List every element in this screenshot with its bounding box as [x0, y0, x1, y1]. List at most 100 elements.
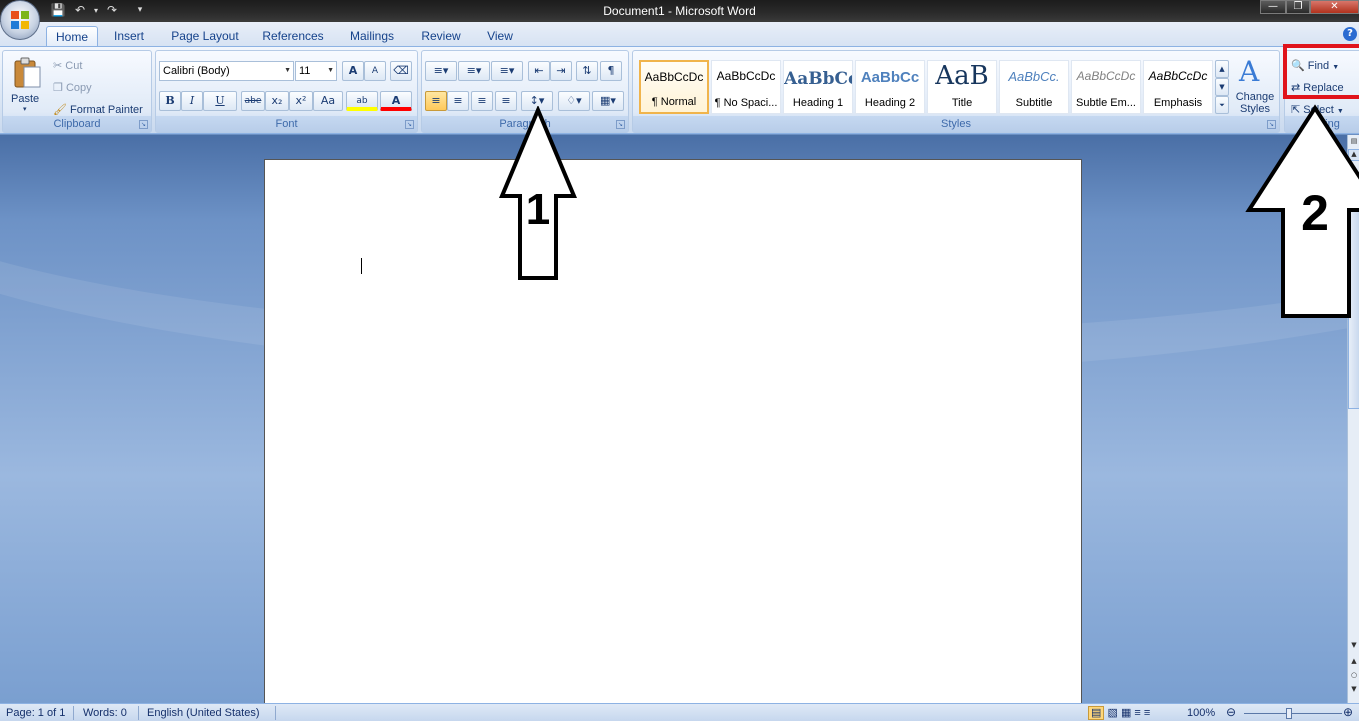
office-button[interactable] [0, 0, 40, 40]
customize-qat-icon[interactable]: ▾ [132, 2, 148, 19]
zoom-in-icon[interactable]: ⊕ [1343, 705, 1353, 719]
undo-icon[interactable]: ↶ [72, 2, 88, 19]
word-count[interactable]: Words: 0 [83, 707, 127, 719]
text-cursor [361, 258, 362, 274]
style-heading-2[interactable]: AaBbCc Heading 2 [855, 60, 925, 114]
font-color-button[interactable]: A [380, 91, 412, 111]
borders-icon[interactable]: ▦▾ [592, 91, 624, 111]
chevron-down-icon: ▼ [284, 67, 291, 74]
document-page[interactable] [264, 159, 1082, 703]
tab-home[interactable]: Home [46, 26, 98, 46]
scroll-down-icon[interactable]: ▼ [1348, 641, 1359, 653]
select-button[interactable]: ⇱ Select ▼ [1291, 103, 1344, 116]
style-sample: AaBbCcDc [1076, 69, 1136, 83]
paste-dropdown-icon[interactable]: ▾ [23, 105, 27, 113]
gallery-more-icon[interactable]: ⏷ [1215, 96, 1229, 114]
subscript-button[interactable]: x₂ [265, 91, 289, 111]
justify-icon[interactable]: ≡ [495, 91, 517, 111]
redo-icon[interactable]: ↷ [104, 2, 120, 19]
highlight-color-button[interactable]: ab [346, 91, 378, 111]
help-icon[interactable]: ? [1343, 27, 1357, 41]
style-title[interactable]: AaB Title [927, 60, 997, 114]
styles-group-label: Styles [633, 116, 1279, 132]
sort-icon[interactable]: ⇅ [576, 61, 598, 81]
gallery-down-icon[interactable]: ▼ [1215, 78, 1229, 96]
change-case-button[interactable]: Aa [313, 91, 343, 111]
clipboard-launcher-icon[interactable]: ↘ [139, 120, 148, 129]
align-center-icon[interactable]: ≡ [447, 91, 469, 111]
style-heading-1[interactable]: AaBbCc Heading 1 [783, 60, 853, 114]
style-no-spacing[interactable]: AaBbCcDc ¶ No Spaci... [711, 60, 781, 114]
clear-formatting-icon[interactable]: ⌫ [390, 61, 412, 81]
web-layout-icon[interactable]: ▦ [1121, 707, 1131, 719]
style-subtle-emphasis[interactable]: AaBbCcDc Subtle Em... [1071, 60, 1141, 114]
style-name: Title [951, 97, 973, 109]
bullets-icon[interactable]: ≡▾ [425, 61, 457, 81]
styles-launcher-icon[interactable]: ↘ [1267, 120, 1276, 129]
bold-button[interactable]: B [159, 91, 181, 111]
italic-button[interactable]: I [181, 91, 203, 111]
draft-icon[interactable]: ≡ [1144, 707, 1150, 719]
browse-object-icon[interactable]: ○ [1348, 671, 1359, 683]
align-right-icon[interactable]: ≡ [471, 91, 493, 111]
language-indicator[interactable]: English (United States) [147, 707, 260, 719]
format-painter-button[interactable]: 🖌 Format Painter [53, 103, 143, 116]
next-page-icon[interactable]: ▼ [1348, 685, 1359, 697]
style-normal[interactable]: AaBbCcDc ¶ Normal [639, 60, 709, 114]
save-icon[interactable]: 💾 [50, 2, 66, 19]
restore-button[interactable]: ❐ [1286, 0, 1310, 14]
font-family-select[interactable]: Calibri (Body) ▼ [159, 61, 294, 81]
zoom-slider[interactable] [1244, 713, 1342, 714]
align-left-icon[interactable]: ≡ [425, 91, 447, 111]
style-emphasis[interactable]: AaBbCcDc Emphasis [1143, 60, 1213, 114]
underline-button[interactable]: U [203, 91, 237, 111]
tab-review[interactable]: Review [416, 26, 466, 46]
print-layout-icon[interactable]: ▤ [1088, 706, 1105, 720]
decrease-indent-icon[interactable]: ⇤ [528, 61, 550, 81]
font-size-select[interactable]: 11 ▼ [295, 61, 337, 81]
style-sample: AaBbCc. [1008, 69, 1060, 84]
paste-button[interactable]: Paste ▾ [9, 55, 45, 115]
tab-mailings[interactable]: Mailings [342, 26, 402, 46]
paragraph-launcher-icon[interactable]: ↘ [616, 120, 625, 129]
change-styles-icon: A [1239, 55, 1260, 88]
numbering-icon[interactable]: ≡▾ [458, 61, 490, 81]
multilevel-list-icon[interactable]: ≡▾ [491, 61, 523, 81]
outline-icon[interactable]: ≡ [1134, 707, 1140, 719]
tab-insert[interactable]: Insert [106, 26, 152, 46]
style-subtitle[interactable]: AaBbCc. Subtitle [999, 60, 1069, 114]
shrink-font-button[interactable]: A [364, 61, 386, 81]
page-count[interactable]: Page: 1 of 1 [6, 707, 65, 719]
gallery-up-icon[interactable]: ▲ [1215, 60, 1229, 78]
increase-indent-icon[interactable]: ⇥ [550, 61, 572, 81]
shading-icon[interactable]: ♢▾ [558, 91, 590, 111]
zoom-out-icon[interactable]: ⊖ [1226, 705, 1236, 719]
full-screen-reading-icon[interactable]: ▧ [1107, 707, 1117, 719]
status-divider [275, 706, 276, 720]
cut-button[interactable]: ✂ Cut [53, 59, 82, 72]
tab-page-layout[interactable]: Page Layout [166, 26, 244, 46]
scroll-up-icon[interactable]: ▲ [1348, 149, 1359, 161]
ruler-toggle-icon[interactable]: ▤ [1348, 137, 1359, 147]
undo-dropdown-icon[interactable]: ▾ [88, 2, 104, 19]
copy-button[interactable]: ❐ Copy [53, 81, 92, 94]
strikethrough-button[interactable]: abe [241, 91, 265, 111]
tab-references[interactable]: References [256, 26, 330, 46]
show-marks-icon[interactable]: ¶ [600, 61, 622, 81]
paragraph-group-label: Paragraph [422, 116, 628, 132]
zoom-level[interactable]: 100% [1187, 707, 1215, 719]
change-styles-button[interactable]: A Change Styles [1233, 55, 1277, 117]
scissors-icon: ✂ [53, 60, 63, 72]
vertical-scrollbar[interactable]: ▤ ▲ ▼ ▲ ○ ▼ [1347, 135, 1359, 703]
tab-view[interactable]: View [480, 26, 520, 46]
superscript-button[interactable]: x² [289, 91, 313, 111]
scroll-thumb[interactable] [1348, 179, 1359, 409]
close-button[interactable]: ✕ [1310, 0, 1359, 14]
grow-font-button[interactable]: A [342, 61, 364, 81]
zoom-slider-thumb[interactable] [1286, 708, 1292, 719]
font-launcher-icon[interactable]: ↘ [405, 120, 414, 129]
minimize-button[interactable]: — [1260, 0, 1286, 14]
previous-page-icon[interactable]: ▲ [1348, 657, 1359, 669]
line-spacing-icon[interactable]: ↕▾ [521, 91, 553, 111]
cursor-icon: ⇱ [1291, 104, 1301, 116]
